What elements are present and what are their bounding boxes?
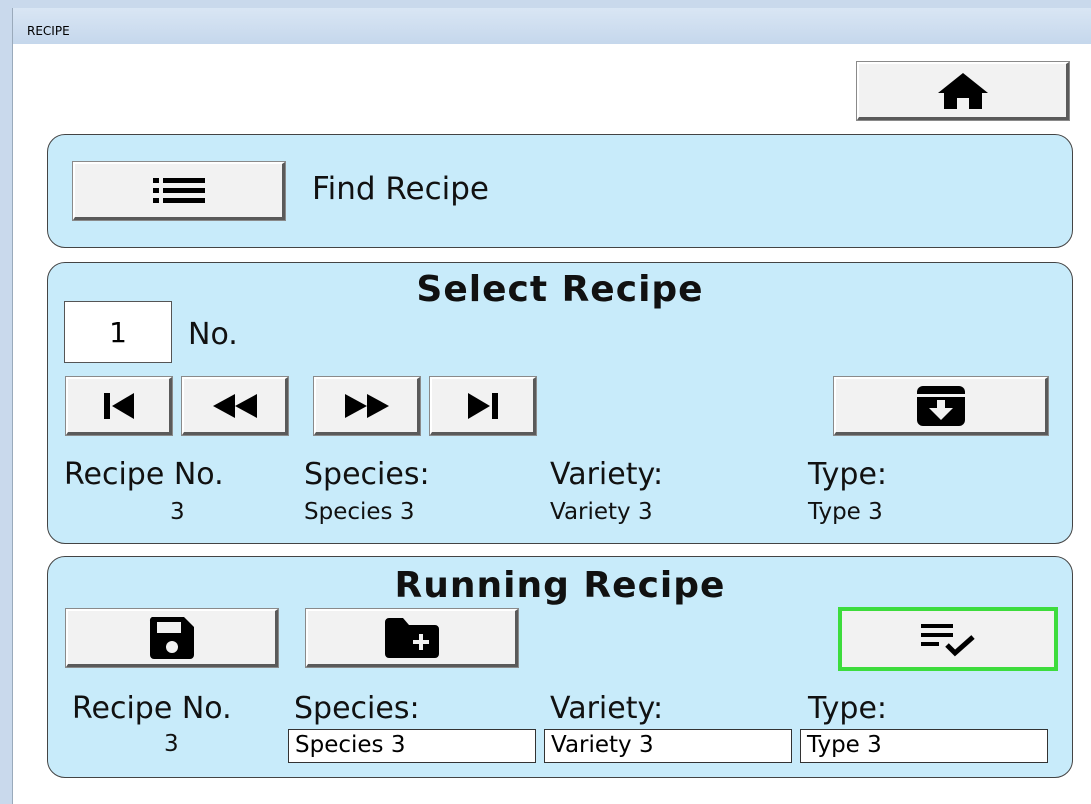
last-recipe-button[interactable] (429, 376, 537, 436)
running-recipe-heading: Running Recipe (394, 565, 726, 606)
skip-last-icon (466, 391, 500, 421)
find-recipe-label: Find Recipe (312, 171, 489, 207)
running-recipe-no-value: 3 (164, 731, 179, 757)
archive-download-icon (915, 384, 967, 428)
load-recipe-button[interactable] (833, 376, 1049, 436)
list-check-icon (919, 621, 977, 657)
select-recipe-heading: Select Recipe (416, 269, 704, 310)
home-button[interactable] (856, 61, 1070, 121)
previous-recipe-button[interactable] (181, 376, 289, 436)
running-recipe-panel: Running Recipe Recipe No. 3 Species: Spe… (47, 556, 1073, 778)
running-species-field: Species 3 (288, 729, 536, 763)
running-variety-field: Variety 3 (544, 729, 792, 763)
running-type-field: Type 3 (800, 729, 1048, 763)
content-area: Find Recipe Select Recipe 1 No. Recipe N… (21, 44, 1091, 794)
recipe-window: RECIPE Find Recipe Select Recipe 1 No. R… (12, 8, 1091, 804)
select-type-value: Type 3 (808, 499, 883, 525)
running-species-label: Species: (294, 691, 420, 726)
save-recipe-button[interactable] (65, 608, 279, 668)
select-variety-value: Variety 3 (550, 499, 653, 525)
select-variety-label: Variety: (550, 457, 664, 492)
running-variety-label: Variety: (550, 691, 664, 726)
fast-forward-icon (343, 392, 391, 420)
select-recipe-no-value: 3 (170, 499, 185, 525)
next-recipe-button[interactable] (313, 376, 421, 436)
floppy-disk-icon (148, 615, 196, 661)
window-title: RECIPE (27, 24, 70, 38)
skip-first-icon (102, 391, 136, 421)
select-species-value: Species 3 (304, 499, 415, 525)
find-recipe-button[interactable] (72, 161, 286, 221)
recipe-number-input[interactable]: 1 (64, 301, 172, 363)
select-recipe-panel: Select Recipe 1 No. Recipe No. 3 Species… (47, 262, 1073, 544)
rewind-icon (211, 392, 259, 420)
first-recipe-button[interactable] (65, 376, 173, 436)
apply-recipe-button[interactable] (838, 607, 1058, 671)
list-icon (152, 176, 205, 206)
select-type-label: Type: (808, 457, 888, 492)
number-label: No. (188, 317, 238, 352)
select-species-label: Species: (304, 457, 430, 492)
title-bar: RECIPE (13, 8, 1091, 44)
find-recipe-panel: Find Recipe (47, 134, 1073, 248)
select-recipe-no-label: Recipe No. (64, 457, 224, 492)
home-icon (936, 71, 990, 111)
new-recipe-button[interactable] (305, 608, 519, 668)
folder-add-icon (383, 616, 441, 660)
running-type-label: Type: (808, 691, 888, 726)
running-recipe-no-label: Recipe No. (72, 691, 232, 726)
